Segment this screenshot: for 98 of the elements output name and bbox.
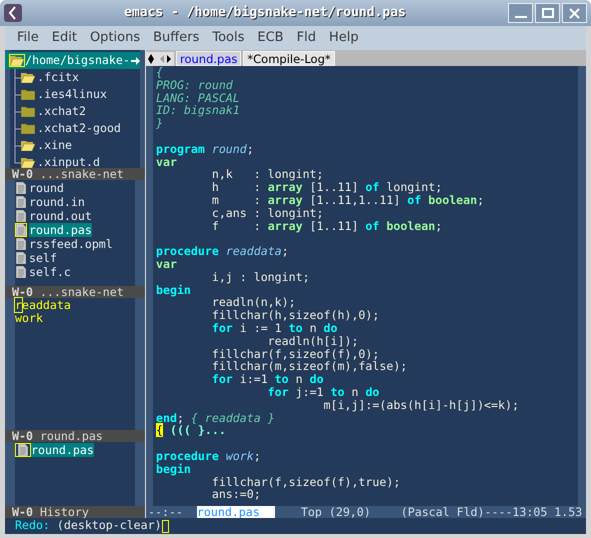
code-line: ID: bigsnak1: [156, 104, 240, 118]
code-line: program round;: [156, 142, 254, 156]
open-folder-icon: [21, 140, 36, 151]
buffer-tab[interactable]: *Compile-Log*: [243, 51, 335, 66]
open-folder-icon: [10, 55, 24, 66]
code-line: { ((( }...: [156, 424, 226, 438]
code-line: var: [156, 258, 177, 271]
menu-item[interactable]: Tools: [212, 28, 244, 48]
file-icon: [16, 196, 26, 208]
code-line: for i:=1 to n do: [210, 373, 324, 386]
window-number: W-0: [12, 430, 33, 442]
window-name: ...snake-net: [40, 168, 124, 180]
code-line: for i := 1 to n do: [210, 322, 338, 335]
code-line: ans:=0;: [210, 488, 261, 502]
menu-item[interactable]: Edit: [52, 28, 77, 48]
source-entry[interactable]: self.c: [29, 265, 71, 279]
menu-item[interactable]: Fld: [296, 28, 316, 48]
code-line: end; { readdata }: [156, 412, 275, 424]
window-number: W-0: [12, 286, 33, 298]
code-line: f : array [1..11] of boolean;: [210, 220, 442, 232]
source-entry[interactable]: rssfeed.opml: [29, 237, 113, 251]
minibuffer-prompt: Redo:: [15, 518, 50, 534]
code-editor[interactable]: [153, 66, 578, 506]
close-button[interactable]: [562, 3, 587, 23]
menu-item[interactable]: Options: [90, 28, 140, 48]
window-name: History: [40, 506, 89, 518]
code-line: fillchar(m,sizeof(m),false);: [210, 360, 408, 374]
code-line: var: [156, 156, 177, 168]
code-line: PROG: round: [156, 78, 233, 92]
open-folder-icon: [21, 72, 36, 83]
method-item[interactable]: work: [15, 312, 43, 325]
open-folder-icon: [21, 157, 36, 168]
code-line: readln(n,k);: [210, 296, 296, 310]
minibuffer-text[interactable]: (desktop-clear): [56, 517, 162, 535]
code-line: begin: [156, 462, 191, 476]
file-icon: [16, 182, 26, 194]
code-line: fillchar(h,sizeof(h),0);: [210, 309, 380, 322]
code-line: c,ans : longint;: [210, 206, 324, 220]
menu-item[interactable]: File: [17, 28, 39, 48]
source-entry[interactable]: round.out: [29, 209, 92, 223]
file-icon: [18, 444, 28, 456]
source-entry[interactable]: self: [29, 251, 57, 265]
buffer-tab[interactable]: round.pas: [176, 51, 242, 66]
code-line: readln(h[i]);: [266, 334, 358, 348]
folder-icon: [21, 123, 36, 134]
code-line: for j:=1 to n do: [266, 386, 380, 399]
code-line: LANG: PASCAL: [156, 92, 240, 104]
arrow-icon: [130, 56, 140, 64]
code-line: h : array [1..11] of longint;: [210, 181, 442, 194]
directory-item[interactable]: .xine: [37, 136, 72, 154]
folder-icon: [21, 89, 36, 100]
history-item[interactable]: round.pas: [31, 443, 94, 457]
source-entry[interactable]: round.pas: [29, 223, 92, 237]
modeline-mode: (Pascal Fld)----13:05 1.53: [400, 506, 582, 518]
file-icon: [16, 224, 26, 236]
modeline-cursor: (29,0): [328, 506, 371, 518]
file-icon: [16, 210, 26, 222]
directory-item[interactable]: .xchat2-good: [37, 120, 121, 138]
directory-item[interactable]: .xinput.d: [37, 154, 100, 168]
close-icon: [569, 8, 580, 18]
text-cursor: [162, 520, 169, 532]
maximize-button[interactable]: [535, 3, 560, 23]
code-line: {: [156, 66, 163, 79]
directory-item[interactable]: .ies4linux: [37, 86, 107, 104]
maximize-icon: [542, 8, 554, 18]
code-line: procedure readdata;: [156, 245, 289, 258]
modeline-status: --:--: [148, 506, 183, 518]
source-entry[interactable]: round.in: [29, 195, 85, 209]
folder-icon: [21, 106, 36, 117]
code-line: i,j : longint;: [210, 270, 310, 284]
code-line: m[i,j]:=(abs(h[i]-h[j])<=k);: [323, 398, 519, 412]
window-name: round.pas: [40, 430, 103, 442]
file-icon: [16, 252, 26, 264]
minimize-button[interactable]: [508, 3, 533, 23]
window-number: W-0: [12, 506, 33, 518]
window-name: ...snake-net: [40, 286, 124, 298]
directory-item[interactable]: .xchat2: [37, 102, 86, 120]
code-line: fillchar(f,sizeof(f),0);: [210, 348, 380, 360]
code-line: begin: [156, 284, 191, 296]
window-number: W-0: [12, 168, 33, 180]
code-line: n,k : longint;: [210, 168, 324, 182]
code-line: fillchar(f,sizeof(f),true);: [210, 476, 400, 488]
code-line: procedure work;: [156, 450, 261, 463]
source-entry[interactable]: round: [29, 181, 64, 195]
menu-item[interactable]: ECB: [257, 28, 284, 48]
file-icon: [16, 266, 26, 278]
code-line: }: [156, 117, 163, 130]
code-line: m : array [1..11,1..11] of boolean;: [210, 194, 484, 207]
window-title: emacs - /home/bigsnake-net/round.pas: [123, 4, 407, 22]
app-icon[interactable]: [4, 4, 22, 22]
minimize-icon: [514, 16, 526, 18]
menu-item[interactable]: Buffers: [153, 28, 200, 48]
method-item[interactable]: readdata: [15, 299, 71, 312]
menu-item[interactable]: Help: [328, 28, 359, 48]
directory-item[interactable]: .fcitx: [37, 68, 80, 86]
directory-root[interactable]: /home/bigsnake-: [5, 52, 140, 69]
file-icon: [16, 238, 26, 250]
tab-scroll-arrows-icon[interactable]: [146, 52, 174, 66]
